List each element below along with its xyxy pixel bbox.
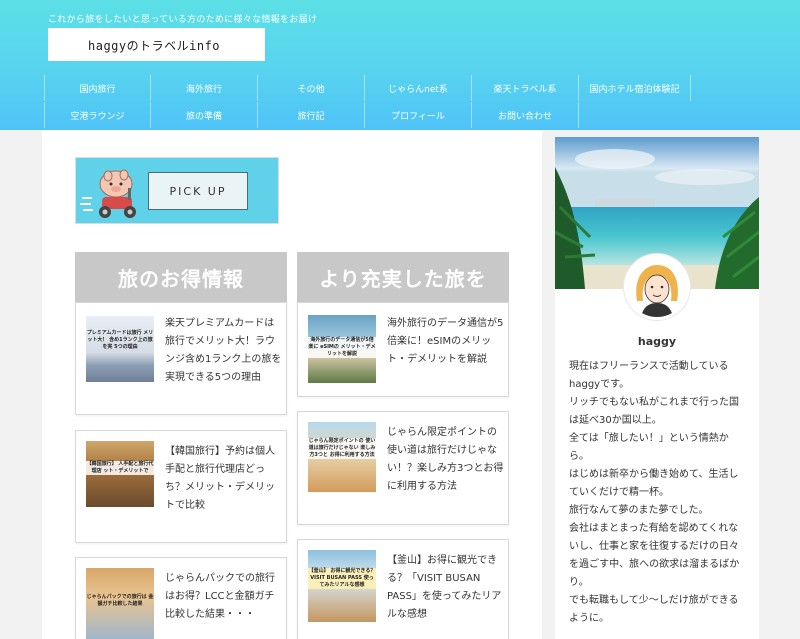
- nav-item-travelogue[interactable]: 旅行記: [258, 102, 365, 128]
- site-tagline: これから旅をしたいと思っている方のために様々な情報をお届け: [48, 15, 318, 25]
- profile-avatar: [624, 254, 690, 320]
- bio-line: 現在はフリーランスで活動している: [569, 361, 729, 372]
- nav-item-other[interactable]: その他: [258, 75, 365, 101]
- profile-bio: 現在はフリーランスで活動している haggyです。 リッチでもない私がこれまで行…: [569, 358, 747, 628]
- profile-name: haggy: [637, 335, 677, 348]
- nav-item-contact[interactable]: お問い合わせ: [472, 102, 579, 128]
- nav-item-preparation[interactable]: 旅の準備: [151, 102, 258, 128]
- bio-line: ていくだけで精一杯。: [569, 487, 669, 498]
- bio-line: はじめは新卒から働き始めて、生活し: [569, 469, 739, 480]
- nav-item-hotel[interactable]: 国内ホテル宿泊体験記: [579, 75, 691, 101]
- thumbnail-caption: じゃらん限定ポイントの 使い道は旅行だけじゃない 楽しみ方3つと お得に利用する…: [308, 438, 376, 459]
- article-card[interactable]: 【韓国旅行】 人手配と旅行代理店 ット・デメリットで 【韓国旅行】予約は個人手配…: [75, 430, 287, 543]
- article-title: 海外旅行のデータ通信が5倍楽に！eSIMのメリット・デメリットを解説: [387, 318, 504, 365]
- nav-item-jalan[interactable]: じゃらんnet系: [365, 75, 472, 101]
- article-title: じゃらん限定ポイントの使い道は旅行だけじゃない！？楽しみ方3つとお得に利用する方…: [387, 427, 504, 492]
- pickup-banner[interactable]: PICK UP: [75, 157, 279, 224]
- nav-item-rakuten[interactable]: 楽天トラベル系: [472, 75, 579, 101]
- article-card[interactable]: 【釜山】 お得に観光できる？ VISIT BUSAN PASS 使ってみたリアル…: [297, 539, 509, 639]
- thumbnail-caption: プレミアムカードは旅行 メリット大！ 含め1ランク上の旅を実 5つの理由: [86, 330, 154, 350]
- bio-line: は延べ30か国以上。: [569, 415, 662, 426]
- article-thumbnail: じゃらん限定ポイントの 使い道は旅行だけじゃない 楽しみ方3つと お得に利用する…: [308, 422, 376, 492]
- article-card[interactable]: じゃらん限定ポイントの 使い道は旅行だけじゃない 楽しみ方3つと お得に利用する…: [297, 411, 509, 525]
- article-card[interactable]: 海外旅行のデータ通信が5倍楽に eSIMの メリット・デメリットを解説 海外旅行…: [297, 302, 509, 397]
- bio-line: ら。: [569, 451, 589, 462]
- article-thumbnail: プレミアムカードは旅行 メリット大！ 含め1ランク上の旅を実 5つの理由: [86, 316, 154, 382]
- article-card[interactable]: じゃらんパックでの旅行は 金額ガチ比較した結果 じゃらんパックでの旅行はお得？L…: [75, 557, 287, 639]
- article-thumbnail: じゃらんパックでの旅行は 金額ガチ比較した結果: [86, 568, 154, 639]
- article-card[interactable]: プレミアムカードは旅行 メリット大！ 含め1ランク上の旅を実 5つの理由 楽天プ…: [75, 302, 287, 415]
- pickup-label: PICK UP: [148, 172, 248, 210]
- nav-item-overseas[interactable]: 海外旅行: [151, 75, 258, 101]
- bio-line: リッチでもない私がこれまで行った国: [569, 397, 739, 408]
- bio-line: を過ごす中、旅への欲求は溜まるばか: [569, 559, 740, 570]
- bio-line: いし、仕事と家を往復するだけの日々: [569, 541, 739, 552]
- column-heading-richer-travel: より充実した旅を: [297, 252, 509, 302]
- thumbnail-caption: 【韓国旅行】 人手配と旅行代理店 ット・デメリットで: [86, 461, 154, 475]
- bio-line: でも転職もして少～しだけ旅ができる: [569, 595, 739, 606]
- article-thumbnail: 【釜山】 お得に観光できる？ VISIT BUSAN PASS 使ってみたリアル…: [308, 550, 376, 622]
- profile-illustration: [627, 257, 687, 317]
- nav-item-domestic[interactable]: 国内旅行: [44, 75, 151, 101]
- site-logo-text: haggyのトラベルinfo: [88, 39, 221, 53]
- nav-item-lounge[interactable]: 空港ラウンジ: [44, 102, 151, 128]
- article-thumbnail: 【韓国旅行】 人手配と旅行代理店 ット・デメリットで: [86, 441, 154, 507]
- column-heading-deals: 旅のお得情報: [75, 252, 287, 302]
- article-thumbnail: 海外旅行のデータ通信が5倍楽に eSIMの メリット・デメリットを解説: [308, 315, 376, 383]
- article-title: 【韓国旅行】予約は個人手配と旅行代理店どっち？メリット・デメリットで比較: [165, 446, 275, 511]
- bio-line: 旅行なんて夢のまた夢でした。: [569, 505, 709, 516]
- thumbnail-caption: じゃらんパックでの旅行は 金額ガチ比較した結果: [86, 594, 154, 607]
- nav-item-profile[interactable]: プロフィール: [365, 102, 472, 128]
- bio-line: haggyです。: [569, 379, 630, 390]
- thumbnail-caption: 【釜山】 お得に観光できる？ VISIT BUSAN PASS 使ってみたリアル…: [308, 568, 376, 589]
- thumbnail-caption: 海外旅行のデータ通信が5倍楽に eSIMの メリット・デメリットを解説: [308, 337, 376, 358]
- site-logo[interactable]: haggyのトラベルinfo: [48, 28, 265, 61]
- bio-line: ように。: [569, 613, 609, 624]
- article-title: 【釜山】お得に観光できる？「VISIT BUSAN PASS」を使ってみたリアル…: [387, 555, 502, 620]
- bio-line: 全ては「旅したい！」という情熱か: [569, 433, 729, 444]
- pig-scooter-icon: [80, 169, 136, 218]
- bio-line: 会社はまとまった有給を認めてくれな: [569, 523, 739, 534]
- article-title: じゃらんパックでの旅行はお得？LCCと金額ガチ比較した結果・・・: [165, 573, 275, 620]
- bio-line: り。: [569, 577, 589, 588]
- site-header: これから旅をしたいと思っている方のために様々な情報をお届け haggyのトラベル…: [0, 0, 800, 130]
- article-title: 楽天プレミアムカードは旅行でメリット大！ラウンジ含め1ランク上の旅を実現できる5…: [165, 318, 282, 383]
